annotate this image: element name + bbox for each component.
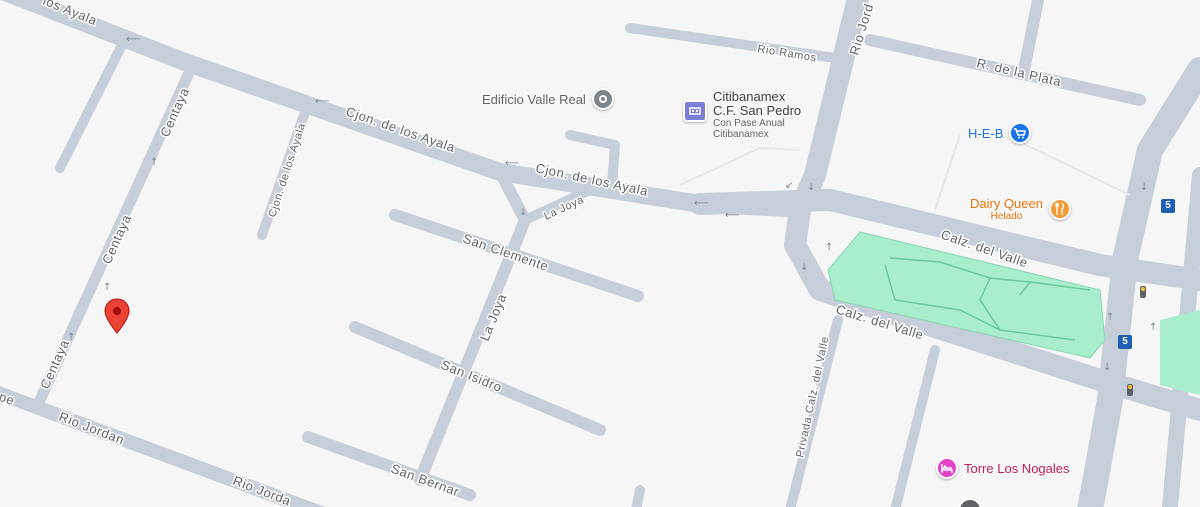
svg-text:↓: ↓ (1140, 182, 1148, 193)
street-label: Privada Calz. del Valle (794, 335, 831, 458)
road-bottom-stub (631, 485, 645, 507)
svg-text:↓: ↓ (800, 262, 808, 273)
street-label: Rio Jorda (231, 473, 294, 507)
poi-subtitle: Helado (990, 211, 1023, 222)
street-label: R. de la Plata (975, 55, 1063, 89)
road-la-joya (414, 166, 531, 486)
poi-subtitle: Con Pase Anual (713, 118, 785, 129)
hotel-icon (936, 457, 958, 479)
shopping-cart-icon (1009, 122, 1032, 144)
road-rio-jordan (0, 386, 326, 507)
svg-text:↓: ↓ (807, 182, 815, 193)
svg-text:⟵: ⟵ (315, 96, 329, 107)
svg-text:⟵: ⟵ (505, 158, 519, 169)
svg-text:⟵: ⟵ (725, 210, 739, 221)
svg-text:↑: ↑ (1106, 312, 1114, 323)
location-marker-icon[interactable] (103, 298, 131, 334)
svg-text:↓: ↓ (1103, 362, 1111, 373)
road-south-stub (890, 345, 940, 507)
poi-subtitle-line2: Citibanamex (713, 129, 769, 140)
map-canvas[interactable]: ⟵ ⟵ ⟵ ⟵ ⟵ ↑ ↑ ↑ ↓ ↓ ↑ ↓ ↓ ↑ ↑ ↓ ↙ los Ay… (0, 0, 1200, 507)
road-north-stub (1019, 0, 1045, 71)
poi-torre-los-nogales[interactable]: Torre Los Nogales (936, 457, 1070, 479)
poi-edificio-valle-real[interactable]: Edificio Valle Real (482, 88, 614, 110)
road-left-spur (55, 40, 127, 173)
svg-text:↙: ↙ (785, 180, 793, 191)
svg-text:↓: ↓ (519, 207, 527, 218)
route-shield: 5 (1118, 335, 1132, 349)
svg-text:↑: ↑ (67, 332, 75, 343)
park-area-right (1160, 310, 1200, 395)
traffic-light-icon (1127, 384, 1133, 396)
svg-text:⟵: ⟵ (126, 34, 140, 45)
street-label: Centaya (99, 212, 134, 266)
atm-icon (683, 100, 707, 122)
poi-name: Citibanamex (713, 89, 786, 104)
street-label: Rio Jordan (57, 409, 127, 448)
street-label: Centaya (37, 337, 72, 391)
svg-text:↑: ↑ (103, 282, 111, 293)
street-label: Cjon. de los Ayala (266, 121, 308, 219)
svg-text:↑: ↑ (1149, 322, 1157, 333)
poi-heb[interactable]: H-E-B (968, 122, 1032, 144)
svg-text:↑: ↑ (150, 157, 158, 168)
poi-name-line2: C.F. San Pedro (713, 103, 802, 118)
route-shield: 5 (1161, 199, 1175, 213)
poi-name: H-E-B (968, 125, 1004, 141)
traffic-light-icon (1140, 286, 1146, 298)
poi-citibanamex[interactable]: Citibanamex C.F. San Pedro Con Pase Anua… (683, 90, 801, 140)
poi-name: Torre Los Nogales (964, 460, 1070, 476)
restaurant-icon (1048, 198, 1071, 220)
street-label: Centaya (157, 85, 192, 139)
svg-text:↑: ↑ (825, 242, 833, 253)
poi-name: Edificio Valle Real (482, 91, 586, 107)
poi-dairy-queen[interactable]: Dairy Queen Helado (970, 196, 1071, 222)
map-base-layer: ⟵ ⟵ ⟵ ⟵ ⟵ ↑ ↑ ↑ ↓ ↓ ↑ ↓ ↓ ↑ ↑ ↓ ↙ los Ay… (0, 0, 1200, 507)
landmark-icon (591, 88, 614, 110)
poi-name: Dairy Queen (970, 196, 1043, 211)
svg-text:⟵: ⟵ (694, 198, 708, 209)
